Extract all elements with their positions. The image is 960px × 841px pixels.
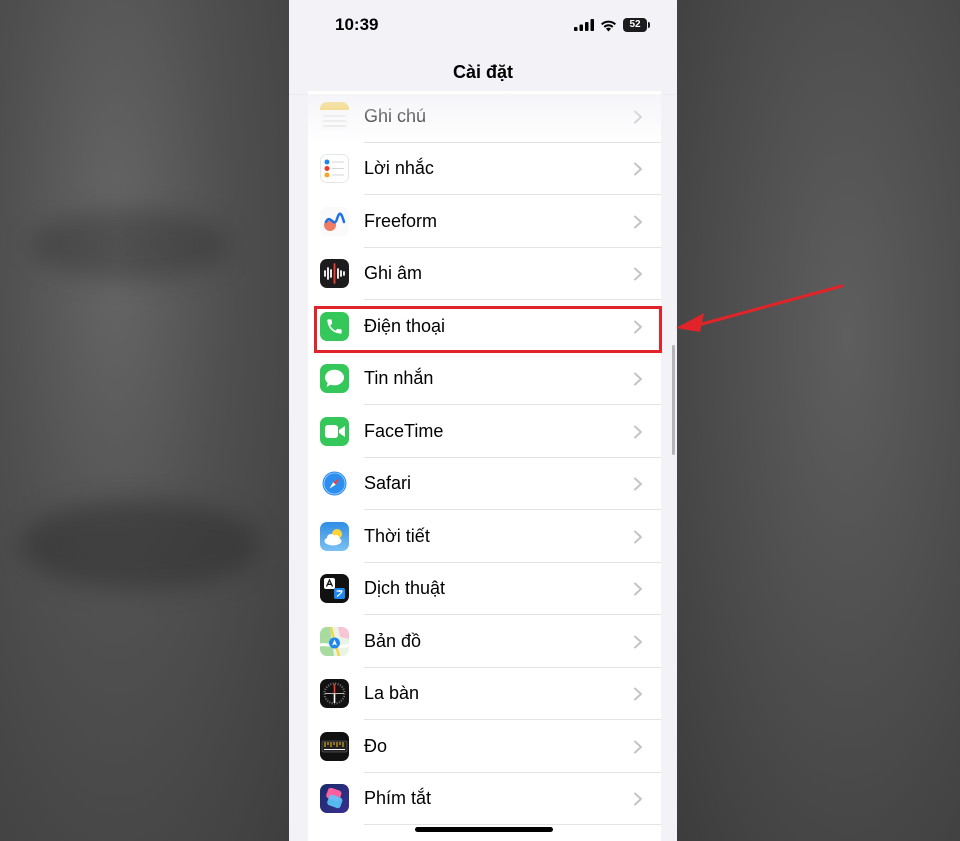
status-icons: 52 bbox=[574, 16, 650, 34]
row-divider bbox=[364, 824, 661, 825]
chevron-right-icon bbox=[634, 215, 642, 229]
row-divider bbox=[364, 509, 661, 510]
battery-icon: 52 bbox=[623, 18, 650, 32]
settings-row-label: Bản đồ bbox=[364, 631, 422, 651]
voice-memos-icon bbox=[320, 259, 349, 288]
settings-row-facetime[interactable]: FaceTime bbox=[308, 406, 661, 458]
settings-row-label: Lời nhắc bbox=[364, 158, 434, 178]
settings-row-label: Dịch thuật bbox=[364, 578, 446, 598]
settings-row-freeform[interactable]: Freeform bbox=[308, 196, 661, 248]
settings-row-measure[interactable]: Đo bbox=[308, 721, 661, 773]
chevron-right-icon bbox=[634, 110, 642, 124]
settings-row-messages[interactable]: Tin nhắn bbox=[308, 353, 661, 405]
row-divider bbox=[364, 194, 661, 195]
row-divider bbox=[364, 719, 661, 720]
settings-row-maps[interactable]: Bản đồ bbox=[308, 616, 661, 668]
settings-row-label: Phím tắt bbox=[364, 788, 432, 808]
chevron-right-icon bbox=[634, 267, 642, 281]
chevron-right-icon bbox=[634, 162, 642, 176]
nav-bar: Cài đặt bbox=[289, 50, 677, 95]
page-title: Cài đặt bbox=[452, 62, 513, 82]
settings-row-label: Safari bbox=[364, 473, 412, 493]
settings-row-label: Tin nhắn bbox=[364, 368, 434, 388]
row-divider bbox=[364, 614, 661, 615]
blurred-background-right bbox=[677, 0, 960, 841]
blurred-background-left bbox=[0, 0, 289, 841]
settings-row-voice-memos[interactable]: Ghi âm bbox=[308, 248, 661, 300]
chevron-right-icon bbox=[634, 477, 642, 491]
chevron-right-icon bbox=[634, 425, 642, 439]
translate-icon bbox=[320, 574, 349, 603]
settings-row-label: Ghi chú bbox=[364, 106, 427, 126]
chevron-right-icon bbox=[634, 582, 642, 596]
settings-row-safari[interactable]: Safari bbox=[308, 458, 661, 510]
compass-icon bbox=[320, 679, 349, 708]
chevron-right-icon bbox=[634, 740, 642, 754]
chevron-right-icon bbox=[634, 530, 642, 544]
chevron-right-icon bbox=[634, 687, 642, 701]
settings-row-compass[interactable]: La bàn bbox=[308, 668, 661, 720]
notes-icon bbox=[320, 102, 349, 131]
status-bar: 10:39 52 bbox=[289, 0, 677, 50]
settings-row-weather[interactable]: Thời tiết bbox=[308, 511, 661, 563]
row-divider bbox=[364, 404, 661, 405]
arrow-annotation-icon bbox=[676, 284, 844, 332]
chevron-right-icon bbox=[634, 792, 642, 806]
shortcuts-icon bbox=[320, 784, 349, 813]
settings-row-label: Đo bbox=[364, 736, 388, 756]
measure-icon bbox=[320, 732, 349, 761]
freeform-icon bbox=[320, 207, 349, 236]
status-time: 10:39 bbox=[335, 15, 379, 34]
scroll-indicator[interactable] bbox=[672, 345, 675, 455]
settings-list: Ghi chú Lời nhắc Freeform Ghi âm Điện th… bbox=[308, 91, 661, 841]
settings-row-label: Thời tiết bbox=[364, 526, 430, 546]
settings-row-label: La bàn bbox=[364, 683, 420, 703]
settings-row-label: Freeform bbox=[364, 211, 438, 231]
settings-row-reminders[interactable]: Lời nhắc bbox=[308, 143, 661, 195]
facetime-icon bbox=[320, 417, 349, 446]
settings-row-label: Ghi âm bbox=[364, 263, 423, 283]
home-indicator[interactable] bbox=[415, 827, 553, 832]
row-divider bbox=[364, 299, 661, 300]
cellular-signal-icon bbox=[574, 19, 594, 31]
chevron-right-icon bbox=[634, 372, 642, 386]
highlight-annotation-box bbox=[314, 306, 662, 353]
chevron-right-icon bbox=[634, 635, 642, 649]
messages-icon bbox=[320, 364, 349, 393]
maps-icon bbox=[320, 627, 349, 656]
settings-row-translate[interactable]: Dịch thuật bbox=[308, 563, 661, 615]
settings-row-notes[interactable]: Ghi chú bbox=[308, 91, 661, 143]
safari-icon bbox=[320, 469, 349, 498]
wifi-icon bbox=[601, 20, 616, 31]
weather-icon bbox=[320, 522, 349, 551]
settings-row-label: FaceTime bbox=[364, 421, 444, 441]
settings-row-shortcuts[interactable]: Phím tắt bbox=[308, 773, 661, 825]
reminders-icon bbox=[320, 154, 349, 183]
phone-screen: 10:39 52 Cài đặt Ghi chú Lời nhắc Freefo… bbox=[289, 0, 677, 841]
